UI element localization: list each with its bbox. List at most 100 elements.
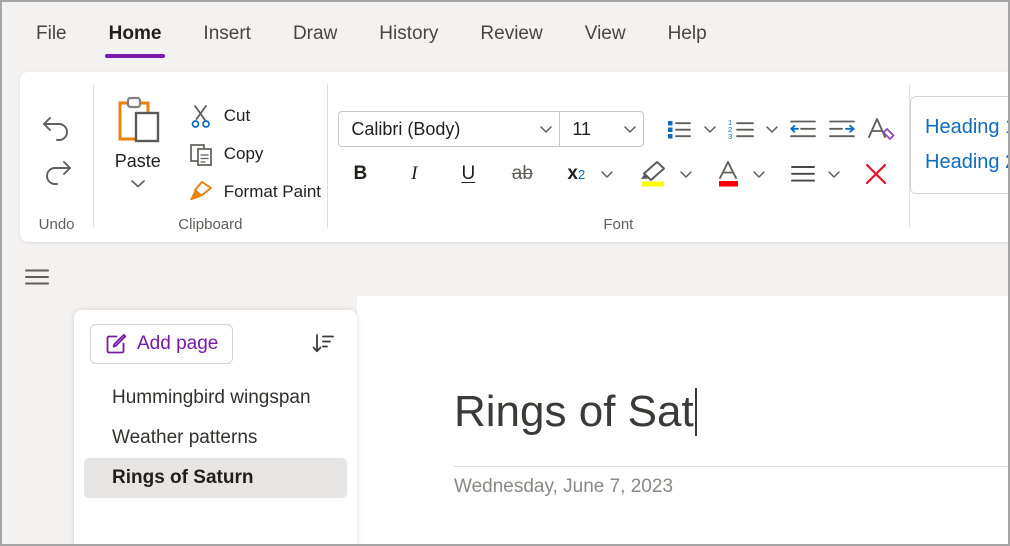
text-highlight-icon <box>637 159 669 189</box>
paste-label: Paste <box>114 151 161 171</box>
font-group-body: Calibri (Body) 11 1 2 3 B I U ab x 2 <box>338 82 898 216</box>
tab-help[interactable]: Help <box>652 15 723 53</box>
sort-pages-button[interactable] <box>305 326 341 362</box>
underline-button[interactable]: U <box>451 157 485 191</box>
format-painter-button[interactable]: Format Paint <box>184 177 325 207</box>
style-heading-2[interactable]: Heading 2 <box>925 151 1008 174</box>
onenote-window: File Home Insert Draw History Review Vie… <box>0 0 1010 546</box>
increase-indent-icon <box>828 117 856 141</box>
subscript-button[interactable]: x2 <box>559 157 593 191</box>
tab-label: Draw <box>292 23 338 44</box>
align-chevron-down-icon[interactable] <box>825 157 843 191</box>
subscript-sub-label: 2 <box>578 166 586 182</box>
strikethrough-label: ab <box>511 163 533 184</box>
page-title-wrap: Rings of Sat <box>454 384 994 440</box>
bulleted-list-chevron-down-icon[interactable] <box>701 112 719 146</box>
ribbon-group-styles: Heading 1 Heading 2 <box>910 72 1008 242</box>
font-name-select[interactable]: Calibri (Body) <box>338 111 561 147</box>
page-title[interactable]: Rings of Sat <box>454 384 694 440</box>
font-color-icon <box>715 159 743 189</box>
undo-group-label: Undo <box>38 216 75 233</box>
clipboard-commands: Cut Copy Format Paint <box>184 95 325 207</box>
paste-chevron-down-icon[interactable] <box>129 178 147 189</box>
underline-label: U <box>461 163 476 184</box>
font-row-2: B I U ab x 2 <box>343 157 893 191</box>
format-paint-label: Format Paint <box>223 182 322 201</box>
italic-label: I <box>411 163 418 184</box>
page-list-header: Add page <box>84 324 347 364</box>
decrease-indent-button[interactable] <box>786 112 820 146</box>
copy-button[interactable]: Copy <box>184 139 325 169</box>
clear-formatting-button[interactable] <box>864 112 898 146</box>
ribbon-group-clipboard: Paste Cut Copy Format Paint Clipboard <box>94 72 327 242</box>
align-text-button[interactable] <box>786 157 820 191</box>
highlight-chevron-down-icon[interactable] <box>677 157 695 191</box>
tab-insert[interactable]: Insert <box>187 15 267 53</box>
subscript-chevron-down-icon[interactable] <box>598 157 616 191</box>
bold-button[interactable]: B <box>343 157 377 191</box>
copy-label: Copy <box>223 144 264 163</box>
page-list-panel: Add page Hummingbird wingspan Weather pa… <box>74 310 357 544</box>
font-color-chevron-down-icon[interactable] <box>750 157 768 191</box>
clear-all-formatting-x-icon <box>862 160 890 188</box>
ribbon-tabstrip: File Home Insert Draw History Review Vie… <box>2 2 1008 66</box>
increase-indent-button[interactable] <box>825 112 859 146</box>
undo-group-body <box>40 82 74 216</box>
copy-pages-icon <box>188 141 214 167</box>
page-list-item-selected[interactable]: Rings of Saturn <box>84 458 347 498</box>
tab-view[interactable]: View <box>569 15 642 53</box>
tab-label: Home <box>108 23 162 44</box>
clipboard-group-label: Clipboard <box>178 216 243 233</box>
hamburger-menu-icon <box>24 267 50 287</box>
styles-gallery: Heading 1 Heading 2 <box>910 96 1008 194</box>
page-date[interactable]: Wednesday, June 7, 2023 <box>454 476 673 498</box>
scissors-icon <box>188 103 214 129</box>
tab-draw[interactable]: Draw <box>277 15 353 53</box>
font-size-value: 11 <box>572 118 592 139</box>
font-name-value: Calibri (Body) <box>351 118 461 139</box>
bulleted-list-button[interactable] <box>662 112 696 146</box>
numbered-list-chevron-down-icon[interactable] <box>763 112 781 146</box>
page-list-item[interactable]: Hummingbird wingspan <box>84 378 347 418</box>
align-text-icon <box>789 162 817 186</box>
text-caret <box>694 388 697 436</box>
numbered-list-button[interactable]: 1 2 3 <box>724 112 758 146</box>
style-heading-1[interactable]: Heading 1 <box>925 116 1008 139</box>
page-list-item[interactable]: Weather patterns <box>84 418 347 458</box>
tab-review[interactable]: Review <box>464 15 558 53</box>
ribbon: Undo Paste Cut Copy Format Paint Clipboa… <box>20 72 1008 242</box>
undo-button[interactable] <box>40 112 74 142</box>
tab-label: History <box>379 23 439 44</box>
ribbon-group-undo: Undo <box>20 72 93 242</box>
bulleted-list-icon <box>666 117 692 141</box>
text-highlight-button[interactable] <box>634 157 672 191</box>
cut-label: Cut <box>223 106 251 125</box>
redo-button[interactable] <box>40 156 74 186</box>
tab-label: Insert <box>203 23 251 44</box>
font-color-button[interactable] <box>713 157 745 191</box>
edit-page-icon <box>105 333 127 355</box>
chevron-down-icon <box>617 112 643 146</box>
strikethrough-button[interactable]: ab <box>505 157 539 191</box>
sort-descending-icon <box>311 332 335 356</box>
tab-label: Review <box>480 23 543 44</box>
tab-home[interactable]: Home <box>93 15 178 58</box>
title-divider <box>454 466 1008 467</box>
bold-label: B <box>353 163 368 184</box>
clear-all-formatting-button[interactable] <box>859 157 893 191</box>
tab-history[interactable]: History <box>363 15 454 53</box>
italic-button[interactable]: I <box>397 157 431 191</box>
add-page-label: Add page <box>137 333 219 354</box>
ribbon-group-font: Calibri (Body) 11 1 2 3 B I U ab x 2 Fon… <box>328 72 909 242</box>
clipboard-icon <box>112 95 164 147</box>
navigation-toggle-button[interactable] <box>20 260 54 294</box>
tab-file[interactable]: File <box>20 15 83 53</box>
paste-button[interactable]: Paste <box>96 95 180 189</box>
chevron-down-icon <box>533 112 559 146</box>
font-group-label: Font <box>603 216 634 233</box>
cut-button[interactable]: Cut <box>184 101 325 131</box>
page-canvas: Rings of Sat Wednesday, June 7, 2023 <box>357 296 1008 544</box>
add-page-button[interactable]: Add page <box>90 324 234 364</box>
clipboard-inner: Paste Cut Copy Format Paint <box>96 91 325 207</box>
font-size-select[interactable]: 11 <box>560 111 645 147</box>
